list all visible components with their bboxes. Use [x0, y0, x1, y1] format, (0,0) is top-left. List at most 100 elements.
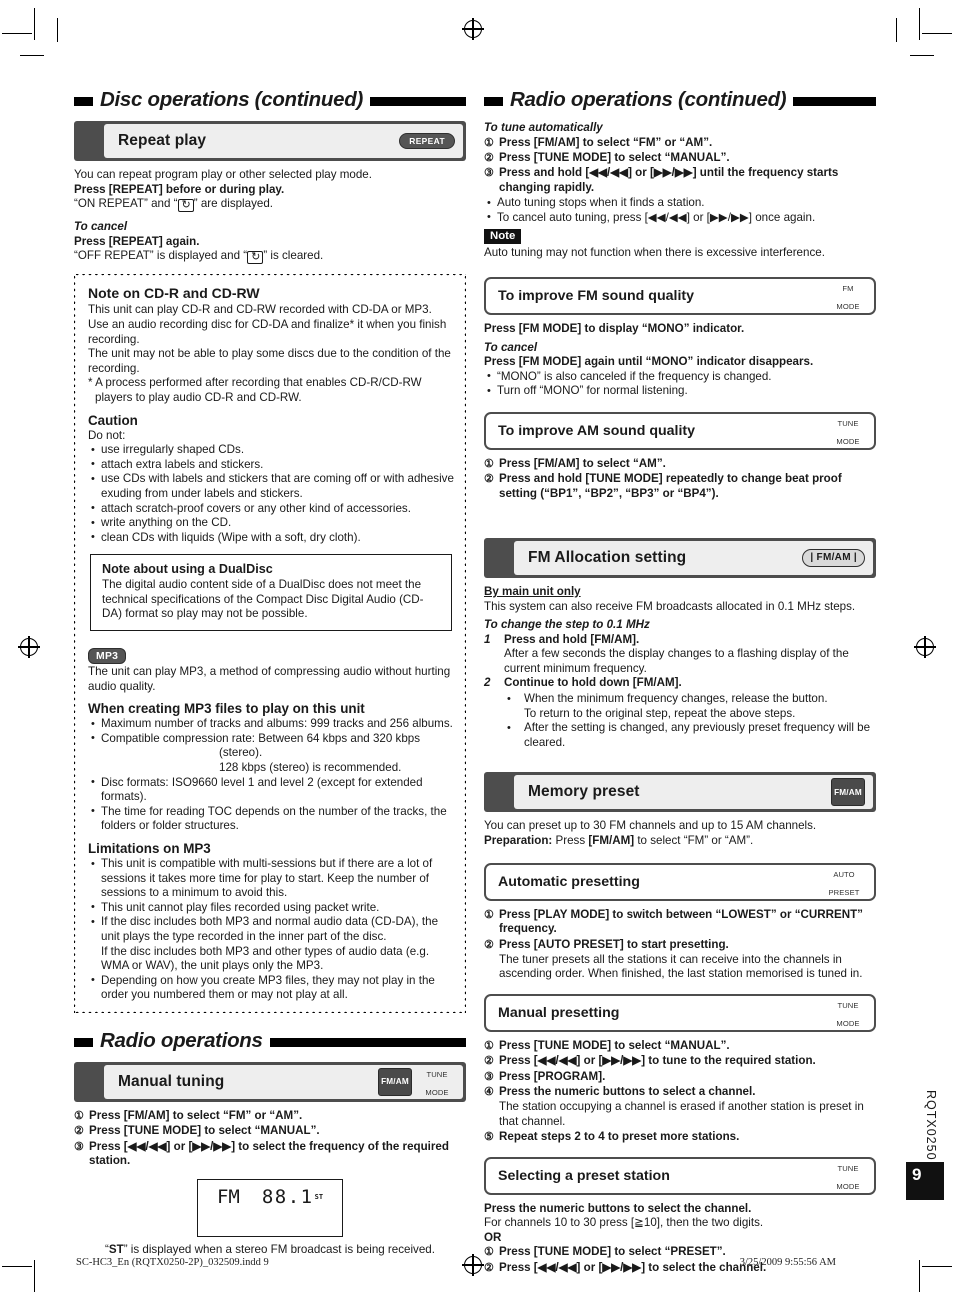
mp3-intro: The unit can play MP3, a method of compr… [88, 665, 451, 693]
crop-mark-br-v [918, 1260, 920, 1292]
crop-mark-br-h [922, 1265, 952, 1267]
list-item-text: When the minimum frequency changes, rele… [524, 692, 828, 706]
step-number: ① [484, 136, 494, 149]
auto-preset-line2: PRESET [828, 887, 860, 897]
registration-mark-right [914, 636, 936, 658]
step-text: Repeat steps 2 to 4 to preset more stati… [499, 1129, 740, 1143]
fm-allocation-intro: This system can also receive FM broadcas… [484, 599, 856, 613]
dualdisc-heading: Note about using a DualDisc [102, 562, 273, 577]
list-item-text: If the disc includes both MP3 and normal… [101, 915, 439, 943]
registration-mark-left [18, 636, 40, 658]
list-item: “MONO” is also canceled if the frequency… [484, 369, 876, 385]
square-bullet-icon [74, 97, 93, 106]
step-number: 1 [484, 632, 491, 646]
list-item: This unit is compatible with multi-sessi… [88, 857, 454, 901]
fmam-key-badge: FM/AM [378, 1067, 412, 1096]
list-item: write anything on the CD. [88, 516, 454, 531]
step-text: Press the numeric buttons to select a ch… [499, 1085, 756, 1099]
list-item: use irregularly shaped CDs. [88, 443, 454, 458]
list-item: The time for reading TOC depends on the … [88, 804, 454, 834]
step-number: ② [484, 1055, 494, 1068]
step-text: Press [◀◀/◀◀] or [▶▶/▶▶] to select the f… [89, 1139, 449, 1168]
step-number: ② [484, 473, 494, 486]
preparation-c: to select “FM” or “AM”. [634, 834, 754, 848]
banner-fm-allocation: FM Allocation setting | FM/AM | [484, 537, 876, 578]
crop-mark-tr-h [922, 33, 952, 35]
list-item-extra: To return to the original step, repeat t… [524, 706, 796, 720]
list-item: Compatible compression rate: Between 64 … [88, 731, 454, 776]
repeat-display-pre: “ON REPEAT” and “ [74, 197, 178, 211]
step-text: Press [TUNE MODE] to select “PRESET”. [499, 1245, 726, 1259]
caution-heading: Caution [88, 412, 138, 428]
list-item: ② Press [TUNE MODE] to select “MANUAL”. [484, 151, 876, 166]
list-item: Turn off “MONO” for normal listening. [484, 384, 876, 399]
fm-allocation-steps: 1 Press and hold [FM/AM]. After a few se… [484, 633, 876, 751]
note-cdr-para1: This unit can play CD-R and CD-RW record… [88, 303, 432, 317]
banner-title-manual-tuning: Manual tuning [118, 1072, 225, 1090]
step-text: Press [FM/AM] to select “AM”. [499, 457, 666, 471]
memory-preset-intro: You can preset up to 30 FM channels and … [484, 819, 817, 833]
dualdisc-body: The digital audio content side of a Dual… [102, 578, 424, 621]
list-item: To cancel auto tuning, press [◀◀/◀◀] or … [484, 210, 876, 226]
list-item: ② Press and hold [TUNE MODE] repeatedly t… [484, 472, 876, 502]
header-fm-sound-quality: To improve FM sound quality FM MODE [484, 277, 876, 316]
dualdisc-note-box: Note about using a DualDisc The digital … [90, 554, 452, 632]
fm-mode-line2: MODE [836, 302, 860, 312]
title-rule-3 [793, 97, 876, 106]
list-item: ① Press [FM/AM] to select “AM”. [484, 457, 876, 472]
crop-mark-tr-h2 [910, 55, 934, 57]
fm-allocation-substeps: When the minimum frequency changes, rele… [504, 692, 876, 750]
mp3-badge: MP3 [88, 648, 127, 665]
step-text: Press [PLAY MODE] to switch between “LOW… [499, 907, 863, 936]
footer-filename: SC-HC3_En (RQTX0250-2P)_032509.indd 9 [76, 1257, 269, 1268]
step-number: ① [484, 1040, 494, 1053]
section-title-radio-operations: Radio operations [74, 1029, 466, 1053]
lcd-caption-post: ” is displayed when a stereo FM broadcas… [123, 1243, 435, 1257]
step-text-bold: Press and hold [FM/AM]. [504, 632, 640, 646]
list-item: attach extra labels and stickers. [88, 457, 454, 473]
list-item: Disc formats: ISO9660 level 1 and level … [88, 775, 454, 805]
list-item: 2 Continue to hold down [FM/AM]. When th… [484, 676, 876, 750]
key-badges: REPEAT [399, 133, 455, 149]
step-body: The station occupying a channel is erase… [499, 1099, 864, 1128]
page-number: 9 [906, 1162, 944, 1200]
banner-title-fm-allocation: FM Allocation setting [528, 548, 687, 566]
right-column: Radio operations (continued) To tune aut… [484, 88, 876, 1276]
lcd-caption-bold: ST [108, 1243, 124, 1257]
fm-quality-cancel-instruction: Press [FM MODE] again until “MONO” indic… [484, 355, 814, 369]
step-number: ③ [74, 1140, 84, 1153]
select-preset-or-label: OR [484, 1230, 502, 1244]
mp3-limitations-heading: Limitations on MP3 [88, 841, 211, 856]
tune-mode-line1: TUNE [837, 1163, 859, 1173]
step-text: Press [TUNE MODE] to select “MANUAL”. [89, 1124, 320, 1138]
auto-preset-key-badge: AUTO PRESET [822, 864, 866, 900]
tune-mode-line2: MODE [836, 1019, 860, 1029]
banner-title-memory-preset: Memory preset [528, 783, 640, 801]
list-item: ③ Press [◀◀/◀◀] or [▶▶/▶▶] to select the … [74, 1140, 466, 1170]
note-cdr-footnote: * A process performed after recording th… [88, 376, 422, 404]
list-item: ② Press [◀◀/◀◀] or [▶▶/▶▶] to tune to the… [484, 1054, 876, 1069]
list-item: clean CDs with liquids (Wipe with a soft… [88, 530, 454, 546]
fm-quality-cancel-label: To cancel [484, 340, 538, 354]
crop-mark-bl-v [34, 1260, 36, 1292]
tune-mode-line2: MODE [836, 437, 860, 447]
banner-repeat-play: Repeat play REPEAT [74, 121, 466, 161]
repeat-cancel-instruction: Press [REPEAT] again. [74, 234, 200, 248]
main-unit-only-label: By main unit only [484, 584, 581, 598]
list-item: Maximum number of tracks and albums: 999… [88, 717, 454, 732]
banner-manual-tuning: Manual tuning FM/AM TUNE MODE [74, 1061, 466, 1102]
crop-mark-tl-v [34, 8, 36, 40]
lcd-caption: “ST” is displayed when a stereo FM broad… [74, 1243, 466, 1257]
square-bullet-icon-3 [484, 97, 503, 106]
list-item: ① Press [PLAY MODE] to switch between “LO… [484, 908, 876, 938]
tune-mode-line2: MODE [425, 1087, 449, 1097]
auto-tune-label: To tune automatically [484, 121, 603, 134]
caution-lead: Do not: [88, 428, 126, 442]
list-item: ① Press [FM/AM] to select “FM” or “AM”. [484, 136, 876, 151]
auto-preset-steps: ① Press [PLAY MODE] to switch between “LO… [484, 908, 876, 982]
crop-mark-tl-h2 [20, 55, 44, 57]
step-text: Press [TUNE MODE] to select “MANUAL”. [499, 1039, 730, 1053]
lcd-band: FM [216, 1186, 240, 1209]
step-text: Press [◀◀/◀◀] or [▶▶/▶▶] to tune to the … [499, 1054, 816, 1068]
list-item: After the setting is changed, any previo… [504, 721, 876, 750]
